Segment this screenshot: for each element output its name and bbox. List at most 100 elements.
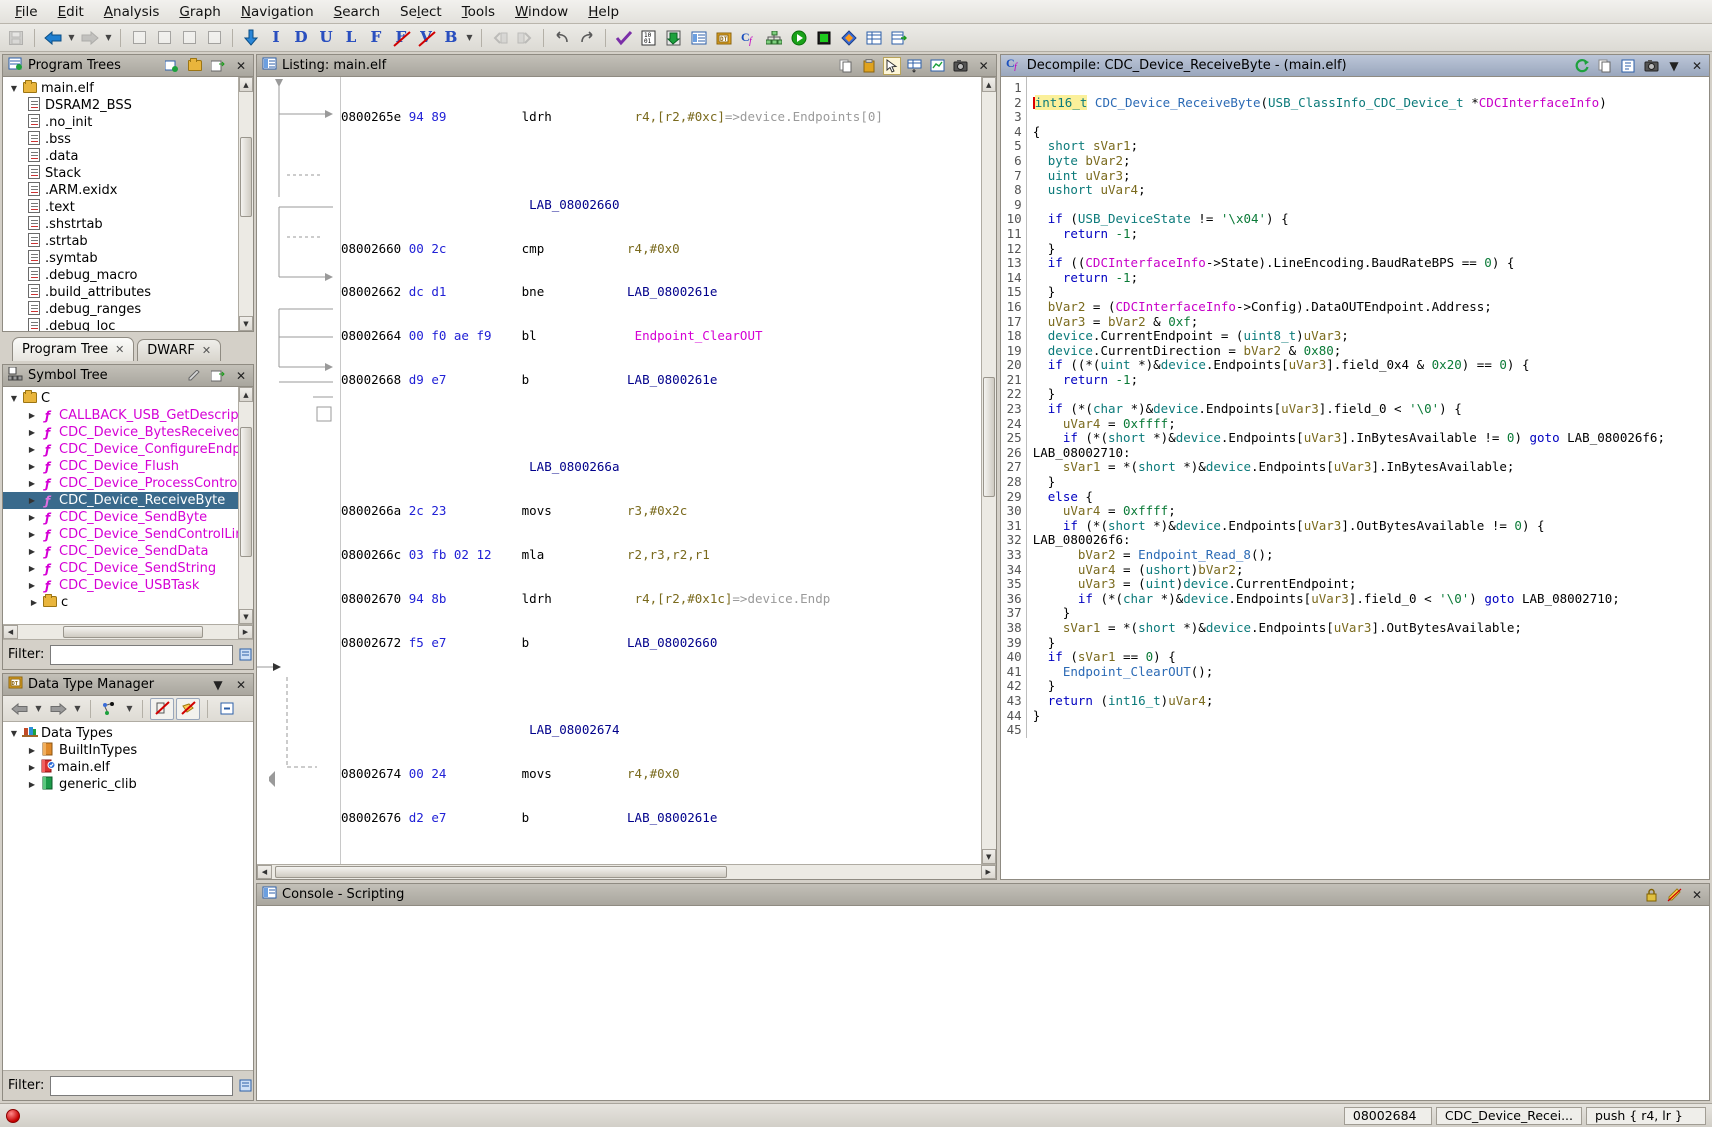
scrollbar-thumb[interactable]: [240, 137, 252, 217]
code-token[interactable]: device: [1048, 328, 1093, 343]
decompiler-code-line[interactable]: device.CurrentDirection = bVar2 & 0x80;: [1033, 343, 1709, 359]
code-token[interactable]: uVar3: [1289, 357, 1327, 372]
decompiler-code-line[interactable]: uVar4 = 0xffff;: [1033, 503, 1709, 519]
close-tab-icon[interactable]: ✕: [115, 343, 124, 356]
code-token[interactable]: ();: [1191, 664, 1214, 679]
decompiler-code-line[interactable]: int16_t CDC_Device_ReceiveByte(USB_Class…: [1032, 94, 1709, 111]
menu-window[interactable]: Window: [506, 1, 577, 23]
symbol-tree-filter-input[interactable]: [50, 644, 234, 665]
code-token[interactable]: sVar1: [1063, 459, 1101, 475]
chevron-right-icon[interactable]: ▶: [25, 462, 39, 471]
decompiler-code-line[interactable]: return -1;: [1033, 372, 1709, 388]
code-token[interactable]: LAB_080026f6:: [1033, 532, 1131, 548]
decompiler-code-line[interactable]: short sVar1;: [1033, 139, 1709, 154]
scroll-up-icon[interactable]: ▲: [981, 77, 996, 92]
bytes-chevron-down-icon[interactable]: ▼: [464, 33, 475, 42]
code-token[interactable]: uVar3: [1085, 168, 1123, 183]
code-token[interactable]: uVar3: [1048, 314, 1086, 329]
code-token[interactable]: !=: [1191, 211, 1221, 227]
code-token[interactable]: goto: [1484, 591, 1514, 606]
redo-icon[interactable]: [575, 27, 599, 49]
decompiler-code-line[interactable]: }: [1033, 679, 1709, 694]
code-token[interactable]: 0: [1484, 255, 1492, 270]
code-token[interactable]: .Endpoints[: [1221, 518, 1304, 533]
menu-edit[interactable]: Edit: [49, 1, 93, 23]
code-token[interactable]: [1033, 591, 1078, 606]
code-token[interactable]: uint8_t: [1243, 328, 1296, 343]
code-token[interactable]: goto: [1530, 430, 1560, 445]
chevron-right-icon[interactable]: ▶: [25, 496, 39, 505]
scroll-down-icon[interactable]: ▼: [239, 609, 253, 624]
function-icon[interactable]: F: [364, 27, 388, 49]
code-token[interactable]: device: [1183, 591, 1228, 606]
code-token[interactable]: ) {: [1492, 255, 1515, 270]
code-token[interactable]: uVar3: [1334, 459, 1372, 475]
code-token[interactable]: [1033, 489, 1048, 504]
code-token[interactable]: if: [1078, 591, 1093, 606]
list-item[interactable]: .strtab: [3, 233, 238, 250]
code-token[interactable]: (: [1063, 649, 1078, 664]
code-token[interactable]: ;: [1341, 328, 1349, 343]
code-token[interactable]: [1033, 182, 1048, 197]
close-panel-icon[interactable]: ✕: [1688, 886, 1706, 904]
chevron-right-icon[interactable]: ▶: [25, 780, 39, 789]
undefine-icon[interactable]: U: [314, 27, 338, 49]
code-token[interactable]: bVar2: [1078, 547, 1116, 562]
code-token[interactable]: (: [1261, 95, 1269, 110]
chevron-right-icon[interactable]: ▶: [25, 763, 39, 772]
code-token[interactable]: device: [1183, 576, 1228, 591]
code-token[interactable]: -1: [1116, 226, 1131, 241]
code-token[interactable]: uVar4: [1063, 416, 1101, 431]
panel-menu-chevron-down-icon[interactable]: ▼: [209, 676, 227, 694]
symbol-tree-item[interactable]: ▶ ƒ CDC_Device_SendByte: [3, 509, 238, 526]
code-token[interactable]: .Endpoints[: [1198, 401, 1281, 416]
decompiler-code-line[interactable]: device.CurrentEndpoint = (uint8_t)uVar3;: [1033, 328, 1709, 344]
code-token[interactable]: -1: [1116, 270, 1131, 285]
code-token[interactable]: '\0': [1439, 591, 1469, 606]
code-token[interactable]: CDCInterfaceInfo: [1479, 95, 1599, 110]
close-panel-icon[interactable]: ✕: [1688, 57, 1706, 75]
decompiler-code-line[interactable]: }: [1033, 708, 1709, 724]
code-token[interactable]: }: [1033, 678, 1056, 694]
code-token[interactable]: int16_t: [1108, 693, 1161, 708]
code-token[interactable]: [1033, 168, 1048, 183]
table-icon[interactable]: [862, 27, 886, 49]
code-token[interactable]: }: [1033, 386, 1056, 402]
symbol-tree-item[interactable]: ▶ ƒ CDC_Device_ConfigureEndp: [3, 441, 238, 458]
code-token[interactable]: .Endpoints[: [1206, 357, 1289, 372]
decompiler-code-area[interactable]: 1 2 3 4 5 6 7 8 9 10 11 12 13 14 15 16 17 18 19 20 21 22 23 24 2…: [1000, 77, 1709, 738]
data-type-archive-item[interactable]: ▶ BuiltInTypes: [3, 742, 253, 759]
code-token[interactable]: *)&: [1176, 459, 1206, 475]
code-token[interactable]: *: [1464, 95, 1479, 110]
code-token[interactable]: device: [1206, 459, 1251, 475]
decompiler-code-line[interactable]: byte bVar2;: [1033, 153, 1709, 169]
code-token[interactable]: short: [1138, 459, 1176, 475]
chevron-down-icon[interactable]: ▼: [7, 84, 21, 93]
code-token[interactable]: =: [1116, 547, 1139, 562]
code-token[interactable]: byte: [1048, 153, 1078, 168]
code-token[interactable]: -1: [1116, 372, 1131, 387]
decompiler-code-line[interactable]: [1033, 81, 1709, 96]
close-panel-icon[interactable]: ✕: [232, 57, 250, 75]
dtm-back-arrow-icon[interactable]: [7, 698, 31, 720]
code-token[interactable]: [1033, 664, 1063, 679]
decompiler-code-line[interactable]: [1033, 110, 1709, 125]
listing-scroll-area[interactable]: 0800265e 94 89 ldrh r4,[r2,#0xc]=>device…: [341, 77, 981, 864]
code-token[interactable]: Endpoint_Read_8: [1138, 547, 1251, 562]
code-token[interactable]: uVar4: [1063, 503, 1101, 518]
menu-select[interactable]: Select: [391, 1, 451, 23]
scroll-left-icon[interactable]: ◀: [3, 625, 18, 639]
list-item[interactable]: .no_init: [3, 114, 238, 131]
paste-icon[interactable]: [860, 57, 878, 75]
code-token[interactable]: [1033, 459, 1063, 474]
symbol-tree-horizontal-scrollbar[interactable]: ◀ ▶: [3, 624, 253, 639]
code-token[interactable]: ].InBytesAvailable !=: [1341, 430, 1507, 445]
chevron-right-icon[interactable]: ▶: [27, 598, 41, 607]
code-token[interactable]: sVar1: [1093, 138, 1131, 154]
code-token[interactable]: uint: [1100, 357, 1130, 372]
symbol-tree-item[interactable]: ▶ ƒ CDC_Device_BytesReceived: [3, 424, 238, 441]
tab-dwarf[interactable]: DWARF ✕: [137, 339, 222, 361]
data-type-archive-item[interactable]: ▶ generic_clib: [3, 776, 253, 793]
lock-icon[interactable]: [1642, 886, 1660, 904]
memory-map-icon[interactable]: [812, 27, 836, 49]
